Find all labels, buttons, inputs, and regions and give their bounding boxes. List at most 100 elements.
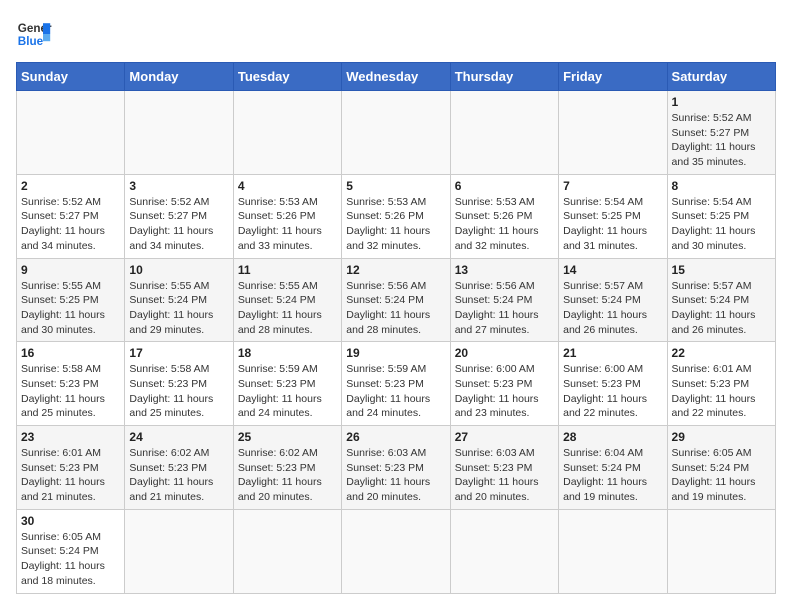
calendar-cell: 17 Sunrise: 5:58 AM Sunset: 5:23 PM Dayli… bbox=[125, 342, 233, 426]
cell-sun-info: Sunrise: 6:00 AM Sunset: 5:23 PM Dayligh… bbox=[563, 362, 662, 421]
cell-sun-info: Sunrise: 5:53 AM Sunset: 5:26 PM Dayligh… bbox=[238, 195, 337, 254]
cell-sun-info: Sunrise: 6:00 AM Sunset: 5:23 PM Dayligh… bbox=[455, 362, 554, 421]
day-header-wednesday: Wednesday bbox=[342, 63, 450, 91]
calendar-cell: 6 Sunrise: 5:53 AM Sunset: 5:26 PM Daylig… bbox=[450, 174, 558, 258]
calendar-cell: 19 Sunrise: 5:59 AM Sunset: 5:23 PM Dayli… bbox=[342, 342, 450, 426]
day-header-tuesday: Tuesday bbox=[233, 63, 341, 91]
cell-date-number: 28 bbox=[563, 430, 662, 444]
cell-date-number: 24 bbox=[129, 430, 228, 444]
page-header: General Blue bbox=[16, 16, 776, 52]
calendar-table: SundayMondayTuesdayWednesdayThursdayFrid… bbox=[16, 62, 776, 594]
cell-date-number: 18 bbox=[238, 346, 337, 360]
calendar-cell: 27 Sunrise: 6:03 AM Sunset: 5:23 PM Dayli… bbox=[450, 426, 558, 510]
cell-date-number: 16 bbox=[21, 346, 120, 360]
cell-sun-info: Sunrise: 6:05 AM Sunset: 5:24 PM Dayligh… bbox=[21, 530, 120, 589]
cell-date-number: 1 bbox=[672, 95, 771, 109]
calendar-cell bbox=[450, 509, 558, 593]
calendar-cell bbox=[559, 509, 667, 593]
calendar-cell: 26Sunrise: 6:03 AM Sunset: 5:23 PM Dayli… bbox=[342, 426, 450, 510]
cell-date-number: 20 bbox=[455, 346, 554, 360]
cell-date-number: 26 bbox=[346, 430, 445, 444]
calendar-cell: 16 Sunrise: 5:58 AM Sunset: 5:23 PM Dayli… bbox=[17, 342, 125, 426]
cell-date-number: 19 bbox=[346, 346, 445, 360]
day-header-saturday: Saturday bbox=[667, 63, 775, 91]
day-header-friday: Friday bbox=[559, 63, 667, 91]
cell-sun-info: Sunrise: 5:59 AM Sunset: 5:23 PM Dayligh… bbox=[238, 362, 337, 421]
calendar-cell: 1 Sunrise: 5:52 AM Sunset: 5:27 PM Daylig… bbox=[667, 91, 775, 175]
cell-sun-info: Sunrise: 5:53 AM Sunset: 5:26 PM Dayligh… bbox=[346, 195, 445, 254]
calendar-row: 2Sunrise: 5:52 AM Sunset: 5:27 PM Daylig… bbox=[17, 174, 776, 258]
cell-sun-info: Sunrise: 5:56 AM Sunset: 5:24 PM Dayligh… bbox=[455, 279, 554, 338]
cell-sun-info: Sunrise: 6:03 AM Sunset: 5:23 PM Dayligh… bbox=[455, 446, 554, 505]
cell-sun-info: Sunrise: 5:52 AM Sunset: 5:27 PM Dayligh… bbox=[129, 195, 228, 254]
cell-sun-info: Sunrise: 6:01 AM Sunset: 5:23 PM Dayligh… bbox=[672, 362, 771, 421]
cell-date-number: 23 bbox=[21, 430, 120, 444]
day-header-monday: Monday bbox=[125, 63, 233, 91]
calendar-cell: 30 Sunrise: 6:05 AM Sunset: 5:24 PM Dayli… bbox=[17, 509, 125, 593]
calendar-cell: 28Sunrise: 6:04 AM Sunset: 5:24 PM Dayli… bbox=[559, 426, 667, 510]
calendar-cell bbox=[667, 509, 775, 593]
calendar-cell bbox=[125, 91, 233, 175]
cell-sun-info: Sunrise: 5:57 AM Sunset: 5:24 PM Dayligh… bbox=[563, 279, 662, 338]
cell-date-number: 14 bbox=[563, 263, 662, 277]
cell-sun-info: Sunrise: 5:58 AM Sunset: 5:23 PM Dayligh… bbox=[21, 362, 120, 421]
cell-date-number: 30 bbox=[21, 514, 120, 528]
cell-sun-info: Sunrise: 5:59 AM Sunset: 5:23 PM Dayligh… bbox=[346, 362, 445, 421]
day-header-row: SundayMondayTuesdayWednesdayThursdayFrid… bbox=[17, 63, 776, 91]
calendar-cell: 20 Sunrise: 6:00 AM Sunset: 5:23 PM Dayli… bbox=[450, 342, 558, 426]
cell-date-number: 5 bbox=[346, 179, 445, 193]
calendar-row: 23Sunrise: 6:01 AM Sunset: 5:23 PM Dayli… bbox=[17, 426, 776, 510]
calendar-cell: 12 Sunrise: 5:56 AM Sunset: 5:24 PM Dayli… bbox=[342, 258, 450, 342]
cell-sun-info: Sunrise: 5:55 AM Sunset: 5:24 PM Dayligh… bbox=[238, 279, 337, 338]
cell-sun-info: Sunrise: 5:58 AM Sunset: 5:23 PM Dayligh… bbox=[129, 362, 228, 421]
cell-sun-info: Sunrise: 5:56 AM Sunset: 5:24 PM Dayligh… bbox=[346, 279, 445, 338]
calendar-cell: 7Sunrise: 5:54 AM Sunset: 5:25 PM Daylig… bbox=[559, 174, 667, 258]
calendar-cell: 9Sunrise: 5:55 AM Sunset: 5:25 PM Daylig… bbox=[17, 258, 125, 342]
calendar-cell: 2Sunrise: 5:52 AM Sunset: 5:27 PM Daylig… bbox=[17, 174, 125, 258]
cell-date-number: 25 bbox=[238, 430, 337, 444]
calendar-cell: 5 Sunrise: 5:53 AM Sunset: 5:26 PM Daylig… bbox=[342, 174, 450, 258]
calendar-cell: 3Sunrise: 5:52 AM Sunset: 5:27 PM Daylig… bbox=[125, 174, 233, 258]
calendar-cell bbox=[342, 91, 450, 175]
calendar-cell: 10 Sunrise: 5:55 AM Sunset: 5:24 PM Dayli… bbox=[125, 258, 233, 342]
logo: General Blue bbox=[16, 16, 52, 52]
calendar-cell: 11Sunrise: 5:55 AM Sunset: 5:24 PM Dayli… bbox=[233, 258, 341, 342]
cell-date-number: 27 bbox=[455, 430, 554, 444]
cell-sun-info: Sunrise: 5:53 AM Sunset: 5:26 PM Dayligh… bbox=[455, 195, 554, 254]
day-header-thursday: Thursday bbox=[450, 63, 558, 91]
calendar-cell: 13 Sunrise: 5:56 AM Sunset: 5:24 PM Dayli… bbox=[450, 258, 558, 342]
cell-sun-info: Sunrise: 5:54 AM Sunset: 5:25 PM Dayligh… bbox=[672, 195, 771, 254]
calendar-row: 30 Sunrise: 6:05 AM Sunset: 5:24 PM Dayli… bbox=[17, 509, 776, 593]
cell-date-number: 17 bbox=[129, 346, 228, 360]
cell-date-number: 6 bbox=[455, 179, 554, 193]
cell-date-number: 21 bbox=[563, 346, 662, 360]
cell-sun-info: Sunrise: 5:52 AM Sunset: 5:27 PM Dayligh… bbox=[672, 111, 771, 170]
cell-date-number: 13 bbox=[455, 263, 554, 277]
cell-sun-info: Sunrise: 5:57 AM Sunset: 5:24 PM Dayligh… bbox=[672, 279, 771, 338]
cell-date-number: 4 bbox=[238, 179, 337, 193]
calendar-cell bbox=[233, 509, 341, 593]
calendar-cell bbox=[125, 509, 233, 593]
day-header-sunday: Sunday bbox=[17, 63, 125, 91]
generalblue-logo-icon: General Blue bbox=[16, 16, 52, 52]
cell-sun-info: Sunrise: 6:05 AM Sunset: 5:24 PM Dayligh… bbox=[672, 446, 771, 505]
cell-date-number: 22 bbox=[672, 346, 771, 360]
calendar-row: 16 Sunrise: 5:58 AM Sunset: 5:23 PM Dayli… bbox=[17, 342, 776, 426]
svg-text:Blue: Blue bbox=[18, 35, 44, 48]
cell-sun-info: Sunrise: 5:55 AM Sunset: 5:24 PM Dayligh… bbox=[129, 279, 228, 338]
calendar-cell: 4 Sunrise: 5:53 AM Sunset: 5:26 PM Daylig… bbox=[233, 174, 341, 258]
calendar-cell bbox=[17, 91, 125, 175]
calendar-cell bbox=[450, 91, 558, 175]
calendar-cell: 25 Sunrise: 6:02 AM Sunset: 5:23 PM Dayli… bbox=[233, 426, 341, 510]
calendar-row: 9Sunrise: 5:55 AM Sunset: 5:25 PM Daylig… bbox=[17, 258, 776, 342]
calendar-row: 1 Sunrise: 5:52 AM Sunset: 5:27 PM Daylig… bbox=[17, 91, 776, 175]
cell-date-number: 10 bbox=[129, 263, 228, 277]
calendar-cell: 22 Sunrise: 6:01 AM Sunset: 5:23 PM Dayli… bbox=[667, 342, 775, 426]
cell-sun-info: Sunrise: 6:02 AM Sunset: 5:23 PM Dayligh… bbox=[238, 446, 337, 505]
calendar-cell bbox=[233, 91, 341, 175]
cell-date-number: 12 bbox=[346, 263, 445, 277]
calendar-cell: 29Sunrise: 6:05 AM Sunset: 5:24 PM Dayli… bbox=[667, 426, 775, 510]
cell-date-number: 8 bbox=[672, 179, 771, 193]
calendar-cell bbox=[559, 91, 667, 175]
calendar-cell: 8 Sunrise: 5:54 AM Sunset: 5:25 PM Daylig… bbox=[667, 174, 775, 258]
